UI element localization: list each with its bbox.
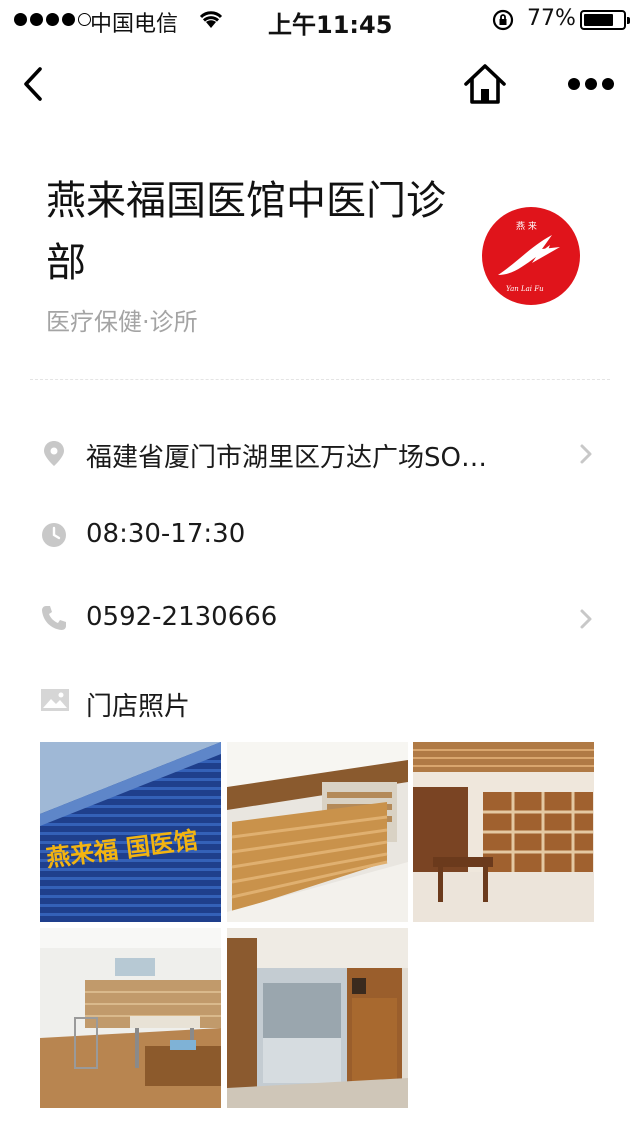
treatment-room-photo[interactable] xyxy=(40,928,221,1108)
clock-icon xyxy=(42,523,66,547)
herbal-pharmacy-photo[interactable] xyxy=(413,742,594,922)
status-bar: 中国电信 上午11:45 77% xyxy=(0,0,640,40)
wifi-icon xyxy=(199,11,223,28)
store-title: 燕来福国医馆中医门诊部 xyxy=(46,178,446,286)
battery-icon xyxy=(580,10,630,30)
svg-text:Yan Lai Fu: Yan Lai Fu xyxy=(506,285,544,293)
reception-desk-photo[interactable] xyxy=(227,742,408,922)
image-icon xyxy=(41,689,69,711)
more-dots-icon[interactable] xyxy=(568,78,614,90)
store-category: 医疗保健·诊所 xyxy=(46,308,198,336)
chevron-right-icon xyxy=(580,444,592,464)
navigation-bar xyxy=(0,40,640,128)
battery-percent: 77% xyxy=(527,6,576,31)
home-icon[interactable] xyxy=(462,62,508,106)
address-row[interactable]: 福建省厦门市湖里区万达广场SO… xyxy=(0,423,640,483)
phone-icon xyxy=(42,606,66,630)
office-door-photo[interactable] xyxy=(227,928,408,1108)
chevron-right-icon xyxy=(580,609,592,629)
store-logo: 燕 来 Yan Lai Fu xyxy=(482,207,580,305)
rotation-lock-icon xyxy=(492,9,514,31)
store-photos-label: 门店照片 xyxy=(86,692,191,722)
hours-text: 08:30-17:30 xyxy=(86,519,246,549)
storefront-sign-photo[interactable]: 燕来福 国医馆 xyxy=(40,742,221,922)
back-chevron-icon[interactable] xyxy=(18,64,48,104)
header-divider xyxy=(30,379,610,380)
phone-text: 0592-2130666 xyxy=(86,602,278,632)
location-pin-icon xyxy=(44,441,64,466)
carrier-name: 中国电信 xyxy=(90,12,179,37)
address-text: 福建省厦门市湖里区万达广场SO… xyxy=(86,443,487,473)
signal-strength-icon xyxy=(14,13,91,26)
status-time: 上午11:45 xyxy=(268,11,393,39)
svg-text:燕 来: 燕 来 xyxy=(516,220,537,232)
hours-row: 08:30-17:30 xyxy=(0,505,640,565)
phone-row[interactable]: 0592-2130666 xyxy=(0,588,640,648)
